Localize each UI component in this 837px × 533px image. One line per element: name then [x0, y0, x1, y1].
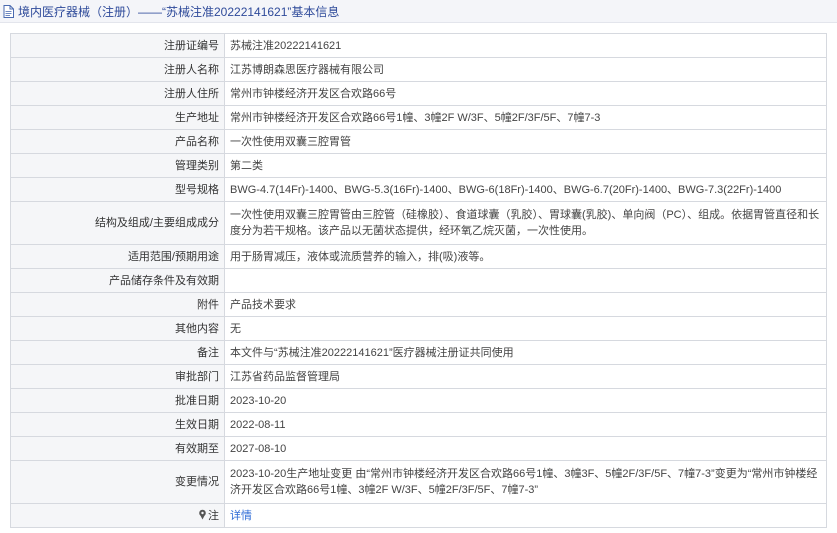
table-row: 其他内容 无: [10, 316, 827, 341]
table-row: 审批部门 江苏省药品监督管理局: [10, 364, 827, 389]
table-row: 适用范围/预期用途 用于肠胃减压，液体或流质营养的输入，排(吸)液等。: [10, 244, 827, 269]
table-row: 有效期至 2027-08-10: [10, 436, 827, 461]
pin-icon: [198, 509, 207, 520]
page-title: 境内医疗器械（注册）——“苏械注准20222141621”基本信息: [18, 4, 340, 19]
info-panel: 注册证编号 苏械注准20222141621 注册人名称 江苏博朗森思医疗器械有限…: [10, 33, 827, 528]
row-label: 注册人名称: [10, 57, 225, 82]
row-label: 变更情况: [10, 460, 225, 504]
row-label: 注册人住所: [10, 81, 225, 106]
table-row: 结构及组成/主要组成成分 一次性使用双囊三腔胃管由三腔管（硅橡胶）、食道球囊（乳…: [10, 201, 827, 245]
table-row: 注册证编号 苏械注准20222141621: [10, 33, 827, 58]
row-value: [224, 268, 827, 293]
table-row: 附件 产品技术要求: [10, 292, 827, 317]
row-value: 2027-08-10: [224, 436, 827, 461]
row-label: 产品储存条件及有效期: [10, 268, 225, 293]
row-value: 一次性使用双囊三腔胃管: [224, 129, 827, 154]
row-value: 产品技术要求: [224, 292, 827, 317]
row-label: 生产地址: [10, 105, 225, 130]
table-row: 批准日期 2023-10-20: [10, 388, 827, 413]
row-label: 结构及组成/主要组成成分: [10, 201, 225, 245]
page-header: 境内医疗器械（注册）——“苏械注准20222141621”基本信息: [0, 0, 837, 23]
row-value: 无: [224, 316, 827, 341]
table-row: 生效日期 2022-08-11: [10, 412, 827, 437]
info-table: 注册证编号 苏械注准20222141621 注册人名称 江苏博朗森思医疗器械有限…: [10, 33, 827, 528]
table-row: 注册人名称 江苏博朗森思医疗器械有限公司: [10, 57, 827, 82]
row-label: 适用范围/预期用途: [10, 244, 225, 269]
table-row-note: 注 详情: [10, 503, 827, 528]
row-value: 2023-10-20生产地址变更 由“常州市钟楼经济开发区合欢路66号1幢、3幢…: [224, 460, 827, 504]
details-link[interactable]: 详情: [230, 510, 252, 522]
row-value: 江苏省药品监督管理局: [224, 364, 827, 389]
row-value: 常州市钟楼经济开发区合欢路66号1幢、3幢2F W/3F、5幢2F/3F/5F、…: [224, 105, 827, 130]
row-value: 第二类: [224, 153, 827, 178]
row-value: 2022-08-11: [224, 412, 827, 437]
document-icon: [3, 4, 14, 18]
table-row: 注册人住所 常州市钟楼经济开发区合欢路66号: [10, 81, 827, 106]
table-row: 产品储存条件及有效期: [10, 268, 827, 293]
note-label-cell: 注: [10, 503, 225, 528]
row-value: BWG-4.7(14Fr)-1400、BWG-5.3(16Fr)-1400、BW…: [224, 177, 827, 202]
row-value: 2023-10-20: [224, 388, 827, 413]
row-label: 注册证编号: [10, 33, 225, 58]
table-row: 产品名称 一次性使用双囊三腔胃管: [10, 129, 827, 154]
row-value: 江苏博朗森思医疗器械有限公司: [224, 57, 827, 82]
row-value: 本文件与“苏械注准20222141621”医疗器械注册证共同使用: [224, 340, 827, 365]
row-label: 产品名称: [10, 129, 225, 154]
row-label: 审批部门: [10, 364, 225, 389]
table-row: 变更情况 2023-10-20生产地址变更 由“常州市钟楼经济开发区合欢路66号…: [10, 460, 827, 504]
table-row: 备注 本文件与“苏械注准20222141621”医疗器械注册证共同使用: [10, 340, 827, 365]
table-row: 生产地址 常州市钟楼经济开发区合欢路66号1幢、3幢2F W/3F、5幢2F/3…: [10, 105, 827, 130]
row-value: 常州市钟楼经济开发区合欢路66号: [224, 81, 827, 106]
table-row: 管理类别 第二类: [10, 153, 827, 178]
table-row: 型号规格 BWG-4.7(14Fr)-1400、BWG-5.3(16Fr)-14…: [10, 177, 827, 202]
note-value-cell: 详情: [224, 503, 827, 528]
row-label: 型号规格: [10, 177, 225, 202]
row-label: 批准日期: [10, 388, 225, 413]
note-label: 注: [208, 509, 219, 522]
row-label: 备注: [10, 340, 225, 365]
row-value: 一次性使用双囊三腔胃管由三腔管（硅橡胶）、食道球囊（乳胶）、胃球囊(乳胶)、单向…: [224, 201, 827, 245]
row-value: 苏械注准20222141621: [224, 33, 827, 58]
row-label: 附件: [10, 292, 225, 317]
row-label: 有效期至: [10, 436, 225, 461]
row-label: 管理类别: [10, 153, 225, 178]
row-label: 其他内容: [10, 316, 225, 341]
row-value: 用于肠胃减压，液体或流质营养的输入，排(吸)液等。: [224, 244, 827, 269]
row-label: 生效日期: [10, 412, 225, 437]
